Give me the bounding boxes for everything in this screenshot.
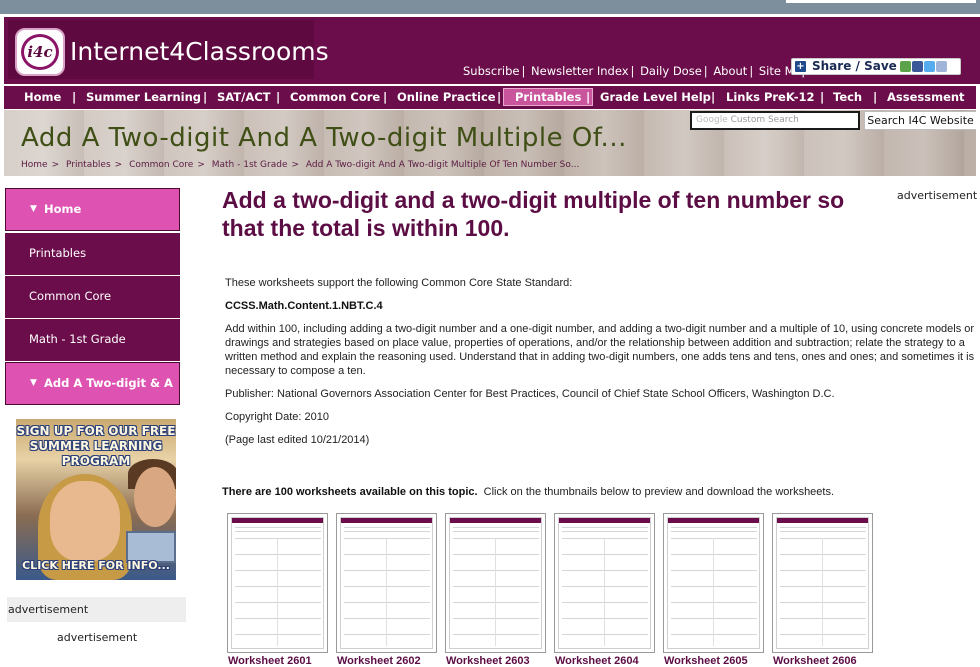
promo-photo xyxy=(50,481,120,561)
worksheet-thumbnail[interactable] xyxy=(227,513,328,653)
standard-description: These worksheets support the following C… xyxy=(225,276,980,456)
sidebar-item-label: Add A Two-digit & A xyxy=(44,376,173,390)
worksheet-preview-image xyxy=(558,517,651,649)
chevron-down-icon: ▼ xyxy=(30,204,37,214)
breadcrumb-home[interactable]: Home xyxy=(21,160,48,170)
search-input[interactable]: Google Custom Search xyxy=(690,111,860,130)
worksheet-thumbnail[interactable] xyxy=(336,513,437,653)
search-placeholder: Custom Search xyxy=(730,115,799,125)
sidebar-item-math-1st-grade[interactable]: Math - 1st Grade xyxy=(5,319,180,362)
worksheet-count-bold: There are 100 worksheets available on th… xyxy=(222,486,478,498)
share-plus-icon: + xyxy=(795,61,806,72)
worksheet-thumbnail[interactable] xyxy=(445,513,546,653)
facebook-icon xyxy=(912,61,923,72)
share-service-icons xyxy=(900,61,948,76)
worksheet-count: There are 100 worksheets available on th… xyxy=(222,486,834,498)
nav-assessment[interactable]: Assessment xyxy=(887,90,965,104)
sidebar-item-current-topic[interactable]: ▼ Add A Two-digit & A xyxy=(5,362,180,405)
worksheet-preview-image xyxy=(449,517,542,649)
top-link-newsletter-index[interactable]: Newsletter Index xyxy=(531,64,628,78)
breadcrumb-common-core[interactable]: Common Core xyxy=(129,160,193,170)
worksheet-link[interactable]: Worksheet 2603 xyxy=(446,655,530,667)
main-nav: Home | Summer Learning | SAT/ACT | Commo… xyxy=(4,85,976,109)
worksheet-thumbnail[interactable] xyxy=(772,513,873,653)
sidebar-item-label: Printables xyxy=(29,246,87,260)
browser-top-strip xyxy=(0,0,980,14)
nav-grade-level-help[interactable]: Grade Level Help xyxy=(600,90,711,104)
publisher-text: Publisher: National Governors Associatio… xyxy=(225,388,835,400)
nav-home[interactable]: Home xyxy=(24,90,61,104)
nav-sat-act[interactable]: SAT/ACT xyxy=(217,90,271,104)
breadcrumb-current: Add A Two-digit And A Two-digit Multiple… xyxy=(305,160,580,170)
nav-summer-learning[interactable]: Summer Learning xyxy=(86,90,201,104)
worksheet-preview-image xyxy=(667,517,760,649)
sidebar-item-common-core[interactable]: Common Core xyxy=(5,276,180,319)
breadcrumb: Home > Printables > Common Core > Math - 1s… xyxy=(21,160,580,170)
top-link-about[interactable]: About xyxy=(713,64,747,78)
worksheet-count-instructions: Click on the thumbnails below to preview… xyxy=(483,486,835,498)
share-green-icon xyxy=(900,61,911,72)
worksheet-link[interactable]: Worksheet 2602 xyxy=(337,655,421,667)
share-more-icon xyxy=(936,61,947,72)
page-title: Add a two-digit and a two-digit multiple… xyxy=(222,187,845,241)
top-link-daily-dose[interactable]: Daily Dose xyxy=(640,64,702,78)
nav-tech[interactable]: Tech xyxy=(833,90,862,104)
site-name: Internet4Classrooms xyxy=(70,37,329,66)
copyright-text: Copyright Date: 2010 xyxy=(225,411,329,423)
nav-links-prek-12[interactable]: Links PreK-12 xyxy=(726,90,815,104)
worksheet-thumbnail[interactable] xyxy=(663,513,764,653)
site-logo[interactable]: i4c Internet4Classrooms xyxy=(8,20,329,79)
logo-badge-icon: i4c xyxy=(15,28,65,76)
intro-text: These worksheets support the following C… xyxy=(225,277,573,289)
sidebar-item-printables[interactable]: Printables xyxy=(5,233,180,276)
breadcrumb-math-1st-grade[interactable]: Math - 1st Grade xyxy=(212,160,288,170)
sidebar-item-label: Math - 1st Grade xyxy=(29,332,126,346)
google-label: Google xyxy=(696,115,728,125)
breadcrumb-printables[interactable]: Printables xyxy=(66,160,111,170)
site-header: i4c Internet4Classrooms Subscribe | Newsl… xyxy=(4,17,980,84)
promo-title: SIGN UP FOR OUR FREE SUMMER LEARNING PRO… xyxy=(16,424,176,468)
sidebar-item-label: Common Core xyxy=(29,289,112,303)
chevron-down-icon: ▼ xyxy=(30,378,37,388)
worksheet-thumbnail[interactable] xyxy=(554,513,655,653)
top-links: Subscribe | Newsletter Index | Daily Dose |… xyxy=(463,64,809,78)
nav-common-core[interactable]: Common Core xyxy=(290,90,380,104)
twitter-icon xyxy=(924,61,935,72)
share-label: Share / Save xyxy=(812,59,897,73)
nav-online-practice[interactable]: Online Practice xyxy=(397,90,496,104)
top-strip-field xyxy=(786,0,976,3)
last-edited-text: (Page last edited 10/21/2014) xyxy=(225,434,370,446)
page-frame: i4c Internet4Classrooms Subscribe | Newsl… xyxy=(0,14,980,667)
sidebar-item-label: Home xyxy=(44,202,82,216)
worksheet-preview-image xyxy=(776,517,869,649)
right-ad-label: advertisement xyxy=(897,189,978,202)
worksheet-link[interactable]: Worksheet 2606 xyxy=(773,655,857,667)
banner-title: Add A Two-digit And A Two-digit Multiple… xyxy=(21,123,627,153)
standard-text: Add within 100, including adding a two-d… xyxy=(225,323,975,377)
worksheet-link[interactable]: Worksheet 2605 xyxy=(664,655,748,667)
share-save-button[interactable]: + Share / Save xyxy=(791,58,961,75)
sidebar-ad-label: advertisement xyxy=(7,597,186,622)
worksheet-preview-image xyxy=(340,517,433,649)
page-banner: Add A Two-digit And A Two-digit Multiple… xyxy=(4,110,976,176)
worksheet-link[interactable]: Worksheet 2604 xyxy=(555,655,639,667)
promo-cta: CLICK HERE FOR INFO... xyxy=(22,559,170,572)
standard-code: CCSS.Math.Content.1.NBT.C.4 xyxy=(225,300,383,312)
search-button[interactable]: Search I4C Website xyxy=(864,111,976,130)
nav-printables[interactable]: Printables xyxy=(503,88,594,106)
worksheet-preview-image xyxy=(231,517,324,649)
sidebar-item-home[interactable]: ▼ Home xyxy=(5,188,180,231)
summer-program-promo[interactable]: SIGN UP FOR OUR FREE SUMMER LEARNING PRO… xyxy=(16,419,176,580)
sidebar-ad-label-2: advertisement xyxy=(57,631,138,644)
logo-mark: i4c xyxy=(27,43,53,61)
top-link-subscribe[interactable]: Subscribe xyxy=(463,64,520,78)
worksheet-link[interactable]: Worksheet 2601 xyxy=(228,655,312,667)
